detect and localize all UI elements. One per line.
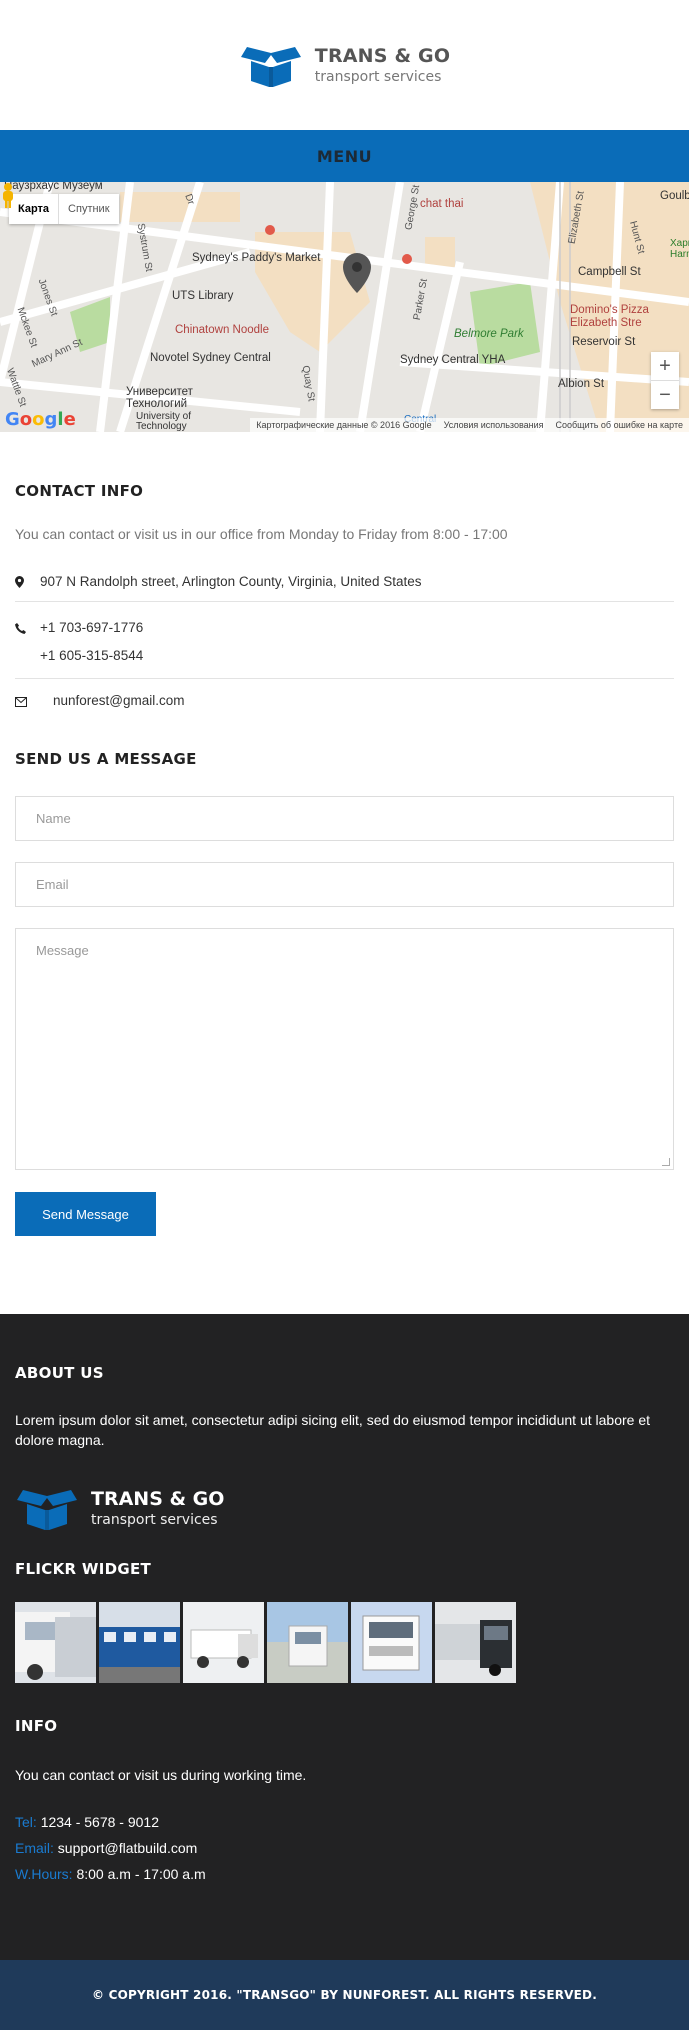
- email-link[interactable]: nunforest@gmail.com: [53, 693, 185, 708]
- email-row: nunforest@gmail.com: [15, 679, 674, 710]
- contact-description: You can contact or visit us in our offic…: [15, 526, 508, 542]
- map-terms-link[interactable]: Условия использования: [444, 420, 544, 430]
- map-label-paddys-market: Sydney's Paddy's Market: [192, 252, 321, 264]
- footer-logo-subtitle: transport services: [91, 1512, 218, 1528]
- info-text: You can contact or visit us during worki…: [15, 1767, 307, 1783]
- google-map[interactable]: Паузрхаус Музеум chat thai Sydney's Padd…: [0, 182, 689, 432]
- address-text: 907 N Randolph street, Arlington County,…: [40, 574, 422, 589]
- flickr-thumb-truck-2[interactable]: [99, 1602, 180, 1683]
- flickr-thumb-truck-4[interactable]: [267, 1602, 348, 1683]
- site-header: TRANS & GO transport services: [0, 0, 689, 130]
- flickr-thumb-truck-3[interactable]: [183, 1602, 264, 1683]
- logo-title: TRANS & GO: [314, 45, 451, 67]
- footer-logo-title: TRANS & GO: [91, 1488, 225, 1510]
- map-type-toggle: Карта Спутник: [9, 194, 119, 224]
- resize-grip-icon[interactable]: [662, 1158, 670, 1166]
- flickr-gallery: [15, 1602, 674, 1683]
- site-logo[interactable]: TRANS & GO transport services: [239, 43, 450, 87]
- map-label-reservoir-st: Reservoir St: [572, 336, 636, 348]
- footer-logo[interactable]: TRANS & GO transport services: [15, 1486, 674, 1530]
- map-label-uts-library: UTS Library: [172, 290, 234, 302]
- map-label-novotel: Novotel Sydney Central: [150, 352, 271, 364]
- footer-tel-line: Tel: 1234 - 5678 - 9012: [15, 1809, 674, 1835]
- street-view-pegman-icon[interactable]: [0, 182, 16, 208]
- zoom-out-button[interactable]: −: [651, 381, 679, 409]
- footer-email-value[interactable]: support@flatbuild.com: [58, 1840, 198, 1856]
- map-type-map-button[interactable]: Карта: [9, 194, 60, 224]
- flickr-widget-heading: FLICKR WIDGET: [15, 1560, 152, 1578]
- zoom-in-button[interactable]: +: [651, 352, 679, 380]
- name-input[interactable]: Name: [15, 796, 674, 841]
- info-heading: INFO: [15, 1717, 58, 1735]
- map-label-belmore-park: Belmore Park: [454, 328, 524, 340]
- contact-info-heading: CONTACT INFO: [15, 482, 144, 500]
- map-zoom-controls: + −: [651, 352, 679, 409]
- map-report-link[interactable]: Сообщить об ошибке на карте: [556, 420, 683, 430]
- menu-toggle-button[interactable]: MENU: [0, 130, 689, 182]
- map-label-goulburn: Goulb: [660, 190, 689, 202]
- copyright-bar: © COPYRIGHT 2016. "TRANSGO" BY NUNFOREST…: [0, 1960, 689, 2030]
- map-label-harm: Харм Harm: [670, 238, 689, 260]
- about-us-text: Lorem ipsum dolor sit amet, consectetur …: [15, 1412, 650, 1448]
- map-type-satellite-button[interactable]: Спутник: [59, 194, 118, 224]
- footer-hours-line: W.Hours: 8:00 a.m - 17:00 a.m: [15, 1861, 674, 1887]
- footer-tel-value[interactable]: 1234 - 5678 - 9012: [41, 1814, 159, 1830]
- phone-icon: [15, 614, 40, 637]
- envelope-icon: [15, 693, 53, 710]
- address-row: 907 N Randolph street, Arlington County,…: [15, 574, 674, 602]
- map-label-chinatown-noodle: Chinatown Noodle: [175, 324, 269, 336]
- phone-number-1[interactable]: +1 703-697-1776: [40, 614, 143, 642]
- map-label-campbell-st: Campbell St: [578, 266, 641, 278]
- map-label-university-ru: Университет Технологий: [126, 386, 193, 410]
- footer-hours-value: 8:00 a.m - 17:00 a.m: [76, 1866, 206, 1882]
- send-message-heading: SEND US A MESSAGE: [15, 750, 197, 768]
- box-logo-icon: [240, 47, 301, 87]
- footer-hours-label: W.Hours:: [15, 1866, 73, 1882]
- copyright-text: © COPYRIGHT 2016. "TRANSGO" BY NUNFOREST…: [92, 1988, 597, 2002]
- logo-subtitle: transport services: [314, 69, 442, 85]
- map-label-museum: Паузрхаус Музеум: [4, 182, 103, 192]
- flickr-thumb-truck-1[interactable]: [15, 1602, 96, 1683]
- footer-email-label: Email:: [15, 1840, 54, 1856]
- box-logo-icon: [17, 1490, 77, 1530]
- site-footer: ABOUT US Lorem ipsum dolor sit amet, con…: [0, 1314, 689, 1960]
- phone-number-2[interactable]: +1 605-315-8544: [40, 642, 143, 670]
- email-input[interactable]: Email: [15, 862, 674, 907]
- footer-tel-label: Tel:: [15, 1814, 37, 1830]
- map-label-chat-thai: chat thai: [420, 198, 464, 210]
- send-message-button[interactable]: Send Message: [15, 1192, 156, 1236]
- map-attribution: Картографические данные © 2016 Google: [256, 420, 432, 430]
- menu-label: MENU: [316, 146, 373, 166]
- flickr-thumb-truck-6[interactable]: [435, 1602, 516, 1683]
- message-textarea[interactable]: Message: [15, 928, 674, 1170]
- map-marker-icon: [15, 574, 40, 591]
- flickr-thumb-truck-5[interactable]: [351, 1602, 432, 1683]
- phone-row: +1 703-697-1776 +1 605-315-8544: [15, 602, 674, 679]
- map-label-albion-st: Albion St: [558, 378, 605, 390]
- google-logo: Google: [5, 409, 76, 430]
- map-label-central-yha: Sydney Central YHA: [400, 354, 506, 366]
- about-us-heading: ABOUT US: [15, 1364, 104, 1382]
- footer-email-line: Email: support@flatbuild.com: [15, 1835, 674, 1861]
- map-label-dominos: Domino's Pizza Elizabeth Stre: [570, 304, 649, 329]
- map-attribution-bar: Картографические данные © 2016 Google Ус…: [250, 418, 689, 432]
- message-placeholder: Message: [36, 943, 89, 958]
- map-label-university-en: University of Technology: [136, 411, 192, 432]
